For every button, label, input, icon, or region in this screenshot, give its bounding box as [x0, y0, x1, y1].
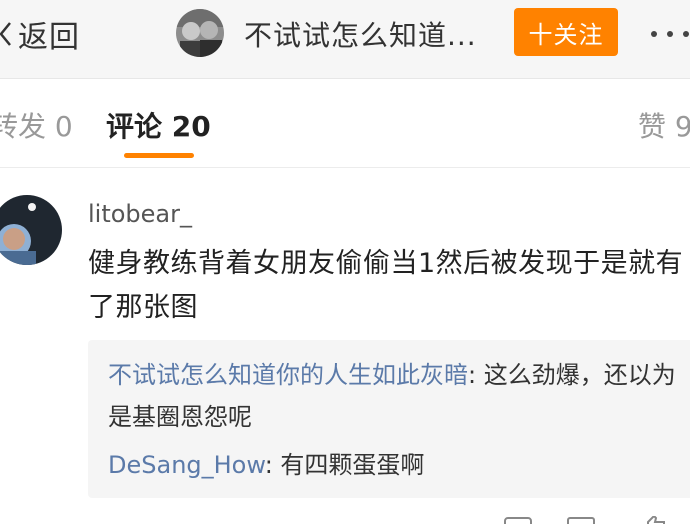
comment-icon[interactable]: [503, 516, 533, 524]
back-button[interactable]: 返回: [0, 0, 80, 68]
commenter-avatar[interactable]: [0, 195, 62, 265]
comment-action-row: [88, 512, 688, 524]
follow-button[interactable]: 十关注: [514, 8, 618, 56]
tab-bar: 转发 0 评论 20 赞 9: [0, 79, 690, 168]
commenter-avatar-image: [0, 195, 62, 265]
author-avatar[interactable]: [176, 9, 224, 57]
comment-text: 健身教练背着女朋友偷偷当1然后被发现于是就有了那张图: [88, 248, 684, 323]
share-icon[interactable]: [566, 516, 596, 524]
active-tab-indicator: [124, 153, 194, 158]
tab-comment[interactable]: 评论 20: [106, 105, 211, 145]
reply-username[interactable]: DeSang_How: [108, 451, 265, 479]
back-chevron-icon: [0, 22, 11, 46]
reply-separator: :: [468, 361, 484, 389]
tab-like[interactable]: 赞 9: [638, 105, 690, 145]
more-dots-icon[interactable]: [648, 28, 690, 40]
reply-item: DeSang_How: 有四颗蛋蛋啊: [108, 444, 424, 486]
reply-username[interactable]: 不试试怎么知道你的人生如此灰暗: [108, 361, 468, 389]
reply-separator: :: [264, 451, 281, 479]
back-label: 返回: [18, 20, 80, 55]
author-avatar-image: [176, 9, 224, 57]
post-title: 不试试怎么知道...: [244, 19, 477, 52]
weibo-comment-page: 返回 不试试怎么知道... 十关注 转发 0 评论 20 赞 9 litobea…: [0, 0, 690, 524]
reply-text: 有四颗蛋蛋啊: [280, 451, 425, 479]
tab-repost[interactable]: 转发 0: [0, 105, 73, 145]
reply-item: 不试试怎么知道你的人生如此灰暗: 这么劲爆，还以为是基圈恩怨呢: [108, 354, 678, 438]
commenter-username[interactable]: litobear_: [88, 200, 192, 228]
like-icon[interactable]: [640, 516, 670, 524]
reply-thread[interactable]: 不试试怎么知道你的人生如此灰暗: 这么劲爆，还以为是基圈恩怨呢 DeSang_H…: [88, 340, 690, 498]
top-bar: 返回 不试试怎么知道... 十关注: [0, 0, 690, 79]
